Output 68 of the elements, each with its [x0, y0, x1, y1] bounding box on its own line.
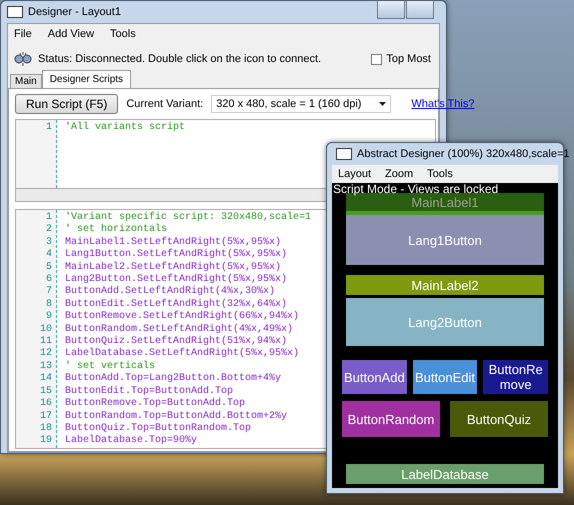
variant-label: Current Variant:: [126, 98, 204, 110]
code-line: 'Variant specific script: 320x480,scale=1: [65, 212, 312, 224]
line-number: 9: [44, 311, 52, 324]
view-block: ButtonEdit: [412, 360, 478, 394]
menu-item[interactable]: File: [14, 28, 32, 40]
code-line: LabelDatabase.SetLeftAndRight(5%x,95%x): [65, 348, 300, 360]
top-most-checkbox[interactable]: [371, 54, 382, 64]
window-title: Designer - Layout1: [28, 6, 121, 18]
variant-dropdown[interactable]: 320 x 480, scale = 1 (160 dpi): [211, 95, 392, 113]
line-number: 10: [38, 324, 52, 336]
view-block: Lang1Button: [346, 215, 544, 265]
code-line: ButtonAdd.Top=Lang2Button.Bottom+4%y: [65, 373, 282, 386]
status-text: Status: Disconnected. Double click on the icon to connect.: [38, 53, 322, 65]
code-line: ButtonRandom.Top=ButtonAdd.Bottom+2%y: [65, 410, 288, 422]
line-number: 14: [38, 373, 52, 386]
menu-item[interactable]: Layout: [338, 168, 372, 180]
tab[interactable]: Main: [10, 74, 42, 88]
code-line: MainLabel1.SetLeftAndRight(5%x,95%x): [65, 236, 282, 248]
line-number: 1: [44, 212, 52, 224]
connection-icon[interactable]: [12, 52, 34, 66]
view-block: LabelDatabase: [346, 464, 544, 484]
code-line: MainLabel2.SetLeftAndRight(5%x,95%x): [65, 262, 282, 274]
checkbox-label: Top Most: [386, 53, 431, 65]
code-line: LabelDatabase.Top=90%y: [65, 435, 198, 448]
line-number: 11: [38, 336, 52, 348]
line-number: 16: [38, 398, 52, 410]
code-line: 'All variants script: [65, 122, 186, 134]
tab[interactable]: Designer Scripts: [42, 70, 132, 88]
line-number: 15: [38, 386, 52, 398]
code-line: ' set verticals: [65, 360, 156, 372]
help-link[interactable]: What's This?: [411, 98, 474, 110]
line-number: 3: [44, 236, 52, 249]
code-line: ButtonRemove.Top=ButtonAdd.Top: [65, 398, 246, 410]
run-script-button[interactable]: Run Script (F5): [15, 94, 118, 114]
code-line: Lang2Button.SetLeftAndRight(5%x,95%x): [65, 274, 288, 286]
app-logo-icon: [336, 148, 352, 160]
menu-item[interactable]: Tools: [110, 28, 136, 40]
menu-item[interactable]: Add View: [48, 28, 94, 40]
code-line: ButtonEdit.SetLeftAndRight(32%x,64%x): [65, 298, 288, 310]
code-line: ButtonRemove.SetLeftAndRight(66%x,94%x): [65, 311, 300, 324]
line-number: 8: [44, 298, 52, 311]
line-number: 4: [44, 249, 52, 262]
line-number: 19: [38, 435, 52, 448]
menu-item[interactable]: Zoom: [385, 168, 414, 180]
line-number: 18: [38, 422, 52, 435]
code-line: ButtonEdit.Top=ButtonAdd.Top: [65, 386, 234, 398]
line-number: 17: [38, 410, 52, 423]
code-line: ButtonQuiz.Top=ButtonRandom.Top: [65, 422, 252, 434]
code-line: ' set horizontals: [65, 224, 168, 236]
code-line: ButtonAdd.SetLeftAndRight(4%x,30%x): [65, 286, 276, 298]
line-number: 5: [44, 262, 52, 274]
view-block: MainLabel2: [346, 275, 544, 295]
line-number: 13: [38, 360, 52, 373]
view-block: ButtonRemove: [483, 360, 548, 394]
app-logo-icon: [7, 6, 23, 18]
code-line: ButtonQuiz.SetLeftAndRight(51%x,94%x): [65, 336, 288, 348]
line-number: 6: [44, 274, 52, 286]
view-block: ButtonRandom: [342, 401, 440, 437]
line-number: 12: [38, 348, 52, 361]
line-number: 7: [44, 286, 52, 299]
code-line: Lang1Button.SetLeftAndRight(5%x,95%x): [65, 249, 288, 262]
line-number: 1: [44, 122, 52, 134]
view-block: Lang2Button: [346, 298, 544, 346]
code-line: ButtonRandom.SetLeftAndRight(4%x,49%x): [65, 324, 294, 336]
line-number: 2: [44, 224, 52, 237]
view-block: ButtonQuiz: [450, 401, 548, 437]
caret-icon: [379, 102, 386, 106]
view-block: ButtonAdd: [342, 360, 407, 394]
